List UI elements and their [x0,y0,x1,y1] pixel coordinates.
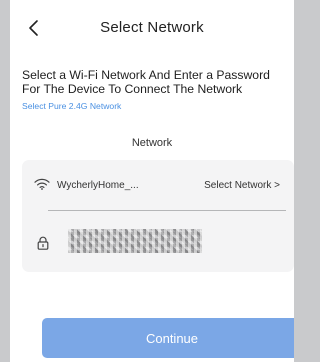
instruction-text: Select a Wi-Fi Network And Enter a Passw… [22,68,270,96]
continue-button[interactable]: Continue [42,318,294,358]
page-title: Select Network [100,19,204,36]
pure-24g-link[interactable]: Select Pure 2.4G Network [22,101,121,111]
network-ssid: WycherlyHome_... [57,180,139,191]
network-row[interactable]: WycherlyHome_... Select Network > [22,160,294,208]
nav-bar: Select Network [10,0,294,56]
password-input[interactable] [68,229,202,253]
lock-icon [37,236,49,250]
divider [48,210,286,211]
password-row [22,212,294,272]
wifi-icon [34,178,50,190]
select-network-link[interactable]: Select Network > [204,180,280,191]
network-card: WycherlyHome_... Select Network > [22,160,294,272]
network-section-label: Network [131,137,173,149]
select-network-screen: Select Network Select a Wi-Fi Network An… [10,0,294,362]
